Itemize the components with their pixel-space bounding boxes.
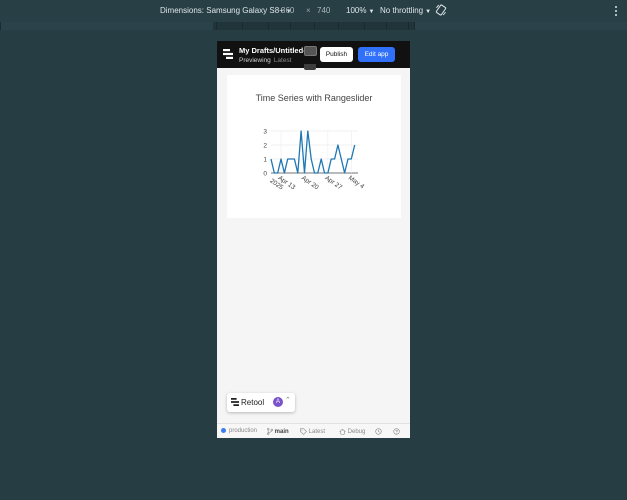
device-dimensions-dropdown[interactable]: Dimensions: Samsung Galaxy S8+ ▼ [160, 0, 292, 22]
release-selector[interactable]: Latest [300, 428, 325, 435]
edit-app-button[interactable]: Edit app [358, 47, 395, 62]
zoom-value: 100% [346, 6, 367, 15]
device-dimensions-label: Dimensions: Samsung Galaxy S8+ [160, 6, 284, 15]
ruler-band[interactable] [386, 22, 387, 30]
app-subtitle: Previewing Latest [239, 57, 292, 64]
history-button[interactable] [375, 428, 382, 435]
mode-label: Previewing [239, 57, 271, 64]
environment-selector[interactable]: production [221, 428, 257, 434]
ruler-band[interactable] [408, 22, 409, 30]
y-tick-label: 1 [263, 157, 267, 164]
device-viewport: My Drafts/Untitled-19 Previewing Latest P… [217, 41, 410, 438]
throttling-value: No throttling [380, 6, 424, 15]
ruler-band[interactable] [0, 22, 213, 30]
ruler-band[interactable] [268, 22, 269, 30]
app-header: My Drafts/Untitled-19 Previewing Latest P… [217, 41, 410, 70]
history-icon [375, 428, 382, 435]
help-button[interactable] [393, 428, 400, 435]
dimension-separator: × [306, 6, 311, 15]
ruler-band[interactable] [414, 22, 627, 30]
branch-selector[interactable]: main [267, 428, 289, 435]
ruler-band[interactable] [216, 22, 217, 30]
ruler-band[interactable] [338, 22, 339, 30]
retool-logo-icon[interactable] [223, 49, 233, 59]
chevron-down-icon: ▼ [425, 9, 432, 15]
release-label: Latest [308, 429, 326, 436]
retool-label: Retool [241, 398, 265, 407]
retool-logo-icon [231, 398, 239, 406]
drag-handle-icon[interactable] [304, 46, 317, 56]
user-avatar[interactable]: A [273, 397, 283, 407]
media-query-ruler [0, 22, 627, 30]
ruler-band[interactable] [364, 22, 365, 30]
ruler-band[interactable] [242, 22, 243, 30]
time-series-chart[interactable]: 0 1 2 3 Apr 132025 Apr 20 Apr 27 May 4 [227, 75, 401, 218]
devtools-device-toolbar: Dimensions: Samsung Galaxy S8+ ▼ 360 × 74… [0, 0, 627, 23]
branch-label: main [274, 429, 289, 436]
series-line [270, 130, 356, 174]
x-tick-label: Apr 27 [323, 175, 343, 192]
ruler-band[interactable] [314, 22, 315, 30]
git-branch-icon [267, 428, 274, 436]
publish-button[interactable]: Publish [320, 47, 353, 62]
app-title[interactable]: My Drafts/Untitled-19 [239, 46, 314, 55]
help-icon [393, 428, 400, 435]
throttling-dropdown[interactable]: No throttling ▼ [380, 0, 431, 22]
bug-icon [339, 428, 346, 435]
x-tick-label: Apr 132025 [269, 172, 297, 198]
viewport-height-input[interactable]: 740 [317, 0, 330, 22]
zoom-dropdown[interactable]: 100% ▼ [346, 0, 374, 22]
chevron-up-icon[interactable]: ⌃ [285, 396, 291, 404]
environment-dot-icon [221, 428, 226, 433]
x-tick-label: Apr 20 [300, 175, 320, 192]
viewport-width-input[interactable]: 360 [281, 0, 294, 22]
chart-card: Time Series with Rangeslider 0 1 2 3 Apr 132… [227, 75, 401, 218]
x-tick-label: May 4 [347, 175, 366, 191]
debug-button[interactable]: Debug [339, 428, 365, 435]
tag-icon [300, 428, 307, 435]
version-label: Latest [273, 57, 292, 64]
rotate-icon[interactable] [435, 4, 447, 16]
retool-badge[interactable]: Retool A ⌃ [227, 393, 295, 412]
collapse-tab[interactable] [304, 64, 316, 70]
more-options-icon[interactable] [615, 5, 618, 17]
y-tick-label: 3 [263, 129, 267, 136]
chevron-down-icon: ▼ [368, 9, 375, 15]
y-tick-label: 2 [263, 143, 267, 150]
environment-label: production [229, 428, 258, 435]
y-tick-label: 0 [263, 171, 267, 178]
ruler-band[interactable] [290, 22, 291, 30]
status-bar: production main Latest Debug [217, 423, 410, 438]
debug-label: Debug [347, 429, 366, 436]
